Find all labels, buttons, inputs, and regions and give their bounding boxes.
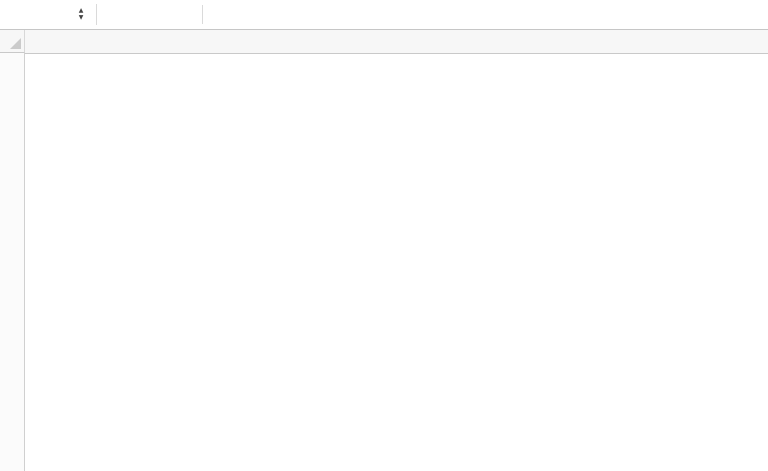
name-box-spinner[interactable]: ▲ ▼ [73, 0, 89, 29]
insert-function-icon[interactable] [172, 0, 196, 29]
excel-window: { "formula_bar": { "name_box_value": "MA… [0, 0, 768, 471]
formula-bar: ▲ ▼ [0, 0, 768, 30]
row-headers [0, 53, 25, 471]
divider [202, 5, 203, 24]
column-headers [0, 30, 768, 54]
divider [96, 4, 97, 25]
sheet-grid [0, 53, 768, 471]
spinner-down-icon[interactable]: ▼ [79, 15, 84, 21]
select-all-corner[interactable] [0, 30, 25, 53]
cancel-icon[interactable] [105, 0, 129, 29]
confirm-icon[interactable] [137, 0, 161, 29]
corner-triangle-icon [10, 38, 21, 49]
